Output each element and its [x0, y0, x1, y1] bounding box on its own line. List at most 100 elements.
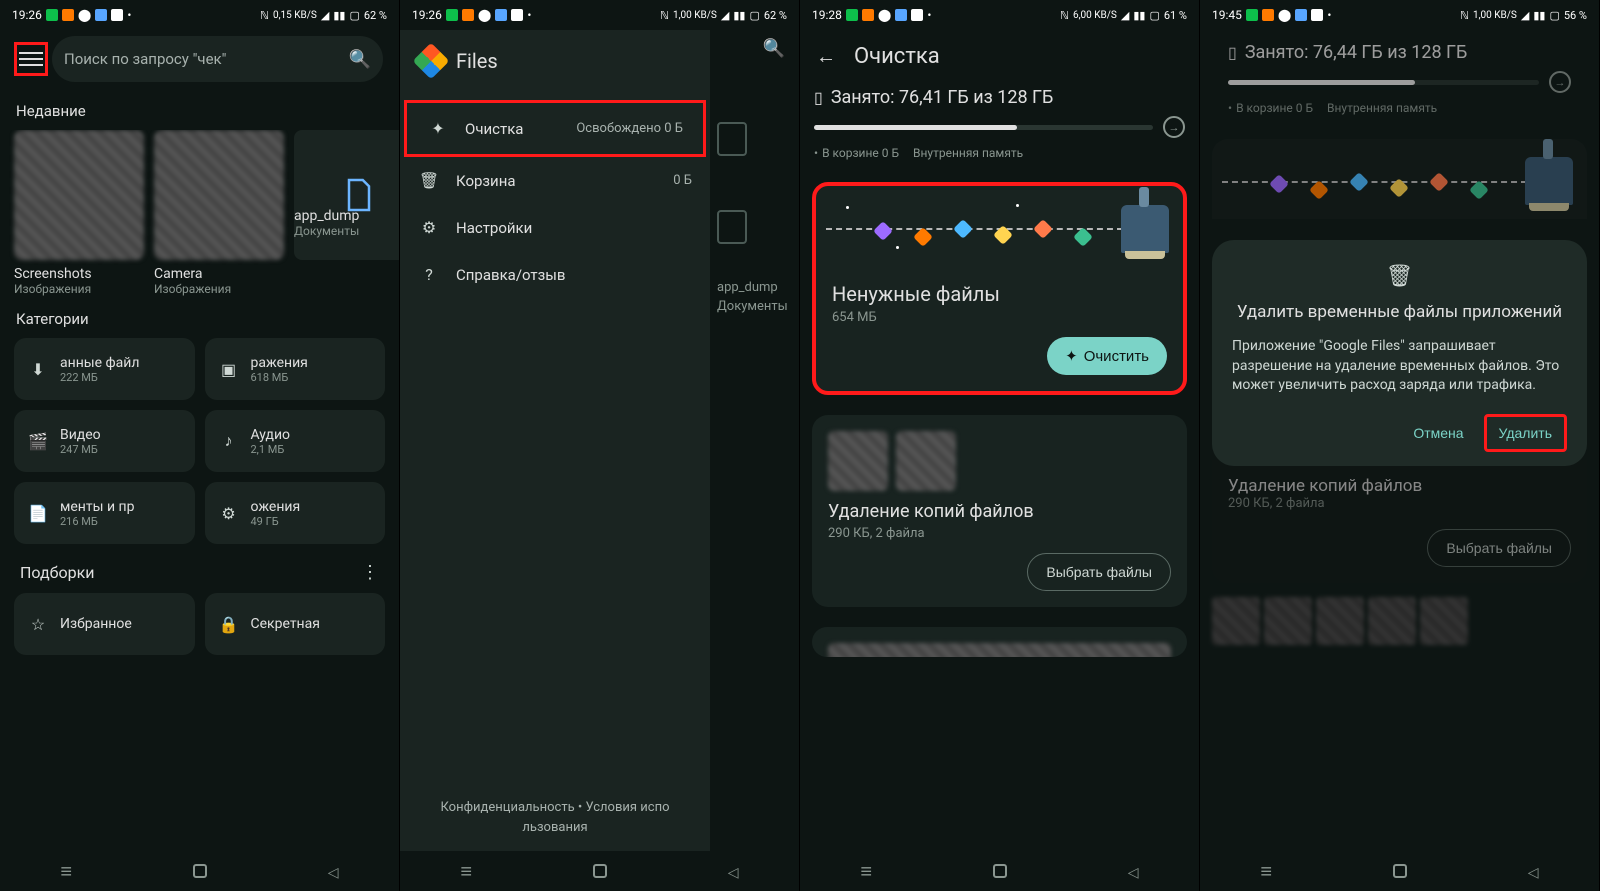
category-video[interactable]: 🎬Видео247 МБ [14, 410, 195, 472]
cat-label: менты и пр [60, 499, 134, 515]
recent-item-camera[interactable]: Camera Изображения [154, 130, 284, 296]
dialog-body: Приложение "Google Files" запрашивает ра… [1232, 337, 1567, 396]
thumbnail[interactable] [896, 431, 956, 491]
cat-size: 49 ГБ [251, 515, 301, 528]
section-recent-title: Недавние [0, 88, 399, 130]
storage-summary: ▯ Занято: 76,44 ГБ из 128 ГБ → В корзине… [1214, 34, 1585, 119]
wifi-icon: ◢ [1121, 9, 1129, 22]
nfc-icon: ℕ [1460, 9, 1469, 22]
nav-back-icon[interactable] [1528, 862, 1539, 881]
status-bar: 19:45 ⬤ • ℕ 1,00 KB/S ◢ ▮▮ ▢ 56 % [1200, 0, 1599, 30]
lock-icon: 🔒 [219, 615, 239, 634]
delete-button[interactable]: Удалить [1487, 417, 1564, 449]
data-rate: 0,15 KB/S [273, 10, 317, 21]
drawer-item-clean[interactable]: ✦ Очистка Освобождено 0 Б [409, 105, 701, 152]
nfc-icon: ℕ [260, 9, 269, 22]
button-label: Очистить [1084, 348, 1149, 365]
signal-icon: ▮▮ [733, 9, 745, 22]
battery-pct: 62 % [764, 9, 787, 22]
screen-files-home: 19:26 ⬤ • ℕ 0,15 KB/S ◢ ▮▮ ▢ 62 % Поиск … [0, 0, 400, 891]
cat-size: 216 МБ [60, 515, 134, 528]
clean-button[interactable]: ✦ Очистить [1047, 337, 1167, 375]
drawer-item-trash[interactable]: 🗑 Корзина 0 Б [400, 157, 710, 204]
cat-label: ражения [251, 355, 308, 371]
document-icon: 📄 [28, 504, 48, 523]
recent-item-docs[interactable]: app_dump Документы [294, 130, 399, 296]
page-title: Очистка [854, 44, 940, 69]
category-downloads[interactable]: ⬇анные файл222 МБ [14, 338, 195, 400]
drawer-label: Справка/отзыв [456, 266, 692, 284]
collections-row: ☆Избранное 🔒Секретная [0, 593, 399, 655]
nav-back-icon[interactable] [328, 862, 339, 881]
notif-icon: ⬤ [78, 8, 91, 22]
nav-recents-icon[interactable] [460, 859, 472, 884]
notif-icon: ⬤ [1278, 8, 1291, 22]
nav-home-icon[interactable] [1393, 864, 1407, 878]
nav-recents-icon[interactable] [60, 859, 72, 884]
collections-header: Подборки ⋮ [0, 544, 399, 593]
storage-text: Занято: 76,41 ГБ из 128 ГБ [831, 87, 1054, 108]
nav-back-icon[interactable] [728, 862, 739, 881]
recent-item-screenshots[interactable]: Screenshots Изображения [14, 130, 144, 296]
data-rate: 1,00 KB/S [1473, 10, 1517, 21]
notif-more: • [927, 8, 931, 22]
system-nav-bar [1200, 851, 1599, 891]
thumbnail[interactable] [828, 431, 888, 491]
menu-icon[interactable] [19, 47, 43, 71]
cat-size: 222 МБ [60, 371, 139, 384]
overflow-menu-icon[interactable]: ⋮ [361, 562, 379, 583]
card-subtitle: 654 МБ [832, 310, 1167, 325]
select-files-button[interactable]: Выбрать файлы [1027, 553, 1171, 591]
thumbnail-row [812, 415, 1187, 491]
cat-label: анные файл [60, 355, 139, 371]
storage-location: Внутренняя память [1327, 101, 1437, 115]
search-bar[interactable]: Поиск по запросу "чек" 🔍 [52, 36, 383, 82]
nav-back-icon[interactable] [1128, 862, 1139, 881]
cat-label: Аудио [251, 427, 291, 443]
storage-progress-bar [1228, 80, 1539, 85]
dimmed-background[interactable]: 🔍 app_dump Документы [709, 30, 799, 851]
thumbnail [1420, 597, 1468, 645]
cat-label: Видео [60, 427, 101, 443]
category-images[interactable]: ▣ражения618 МБ [205, 338, 386, 400]
storage-summary[interactable]: ▯ Занято: 76,41 ГБ из 128 ГБ → В корзине… [814, 87, 1185, 160]
notif-icon: ⬤ [878, 8, 891, 22]
nav-home-icon[interactable] [593, 864, 607, 878]
cancel-button[interactable]: Отмена [1401, 417, 1475, 449]
collection-secret[interactable]: 🔒Секретная [205, 593, 386, 655]
trash-status: В корзине 0 Б [1236, 101, 1313, 115]
nav-recents-icon[interactable] [1260, 859, 1272, 884]
clock: 19:26 [12, 8, 42, 22]
collection-favorites[interactable]: ☆Избранное [14, 593, 195, 655]
card-title: Удаление копий файлов [828, 501, 1171, 522]
notif-more: • [127, 8, 131, 22]
nav-home-icon[interactable] [993, 864, 1007, 878]
card-illustration [816, 186, 1183, 272]
drawer-item-settings[interactable]: ⚙ Настройки [400, 204, 710, 251]
nav-recents-icon[interactable] [860, 859, 872, 884]
highlight-box: ✦ Очистка Освобождено 0 Б [404, 100, 706, 157]
battery-pct: 61 % [1164, 9, 1187, 22]
category-audio[interactable]: ♪Аудио2,1 МБ [205, 410, 386, 472]
drawer-footer-links[interactable]: Конфиденциальность • Условия испо льзова… [400, 784, 710, 851]
wifi-icon: ◢ [321, 9, 329, 22]
apps-icon: ⚙ [219, 504, 239, 523]
thumbnail-strip [828, 643, 1171, 657]
back-arrow-icon[interactable]: ← [816, 44, 836, 69]
battery-pct: 62 % [364, 9, 387, 22]
page-header: ← Очистка [800, 30, 1199, 83]
arrow-circle-icon[interactable]: → [1163, 116, 1185, 138]
notif-icon [62, 9, 74, 21]
search-icon[interactable]: 🔍 [349, 49, 371, 70]
data-rate: 1,00 KB/S [673, 10, 717, 21]
nav-home-icon[interactable] [193, 864, 207, 878]
category-apps[interactable]: ⚙ожения49 ГБ [205, 482, 386, 544]
battery-icon: ▢ [749, 9, 759, 22]
video-icon: 🎬 [28, 432, 48, 451]
drawer-item-help[interactable]: ? Справка/отзыв [400, 251, 710, 298]
card-subtitle: 290 КБ, 2 файла [828, 526, 1171, 541]
drawer-value: Освобождено 0 Б [576, 121, 683, 136]
category-documents[interactable]: 📄 менты и пр216 МБ [14, 482, 195, 544]
notif-more: • [1327, 8, 1331, 22]
signal-icon: ▮▮ [1533, 9, 1545, 22]
